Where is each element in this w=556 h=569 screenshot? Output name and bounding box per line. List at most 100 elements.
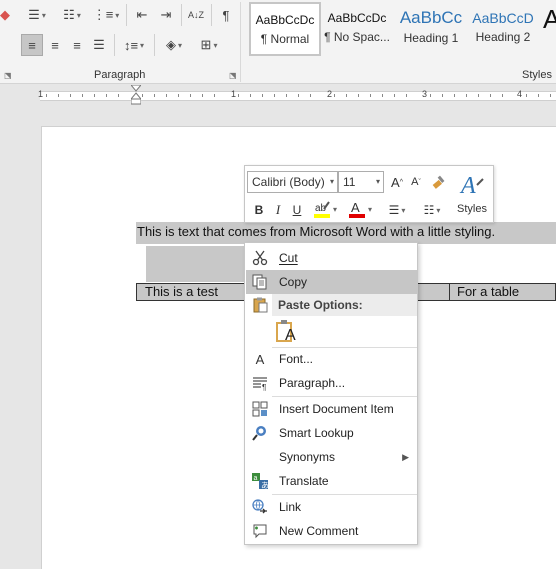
style-heading-1[interactable]: AaBbCc Heading 1 [395, 2, 467, 56]
shrink-font-icon: A [411, 176, 419, 188]
multilevel-list-button[interactable]: ⋮≡ ▾ [91, 4, 121, 26]
ruler-tick [70, 94, 71, 97]
styles-button[interactable]: A Styles [453, 169, 491, 219]
underline-button[interactable]: U [288, 200, 306, 220]
indent-marker-icon[interactable] [129, 84, 143, 105]
shading-button[interactable]: ◈ ▾ [159, 34, 189, 56]
svg-text:A: A [351, 200, 360, 215]
font-color-button[interactable]: A ▾ [345, 199, 375, 219]
menu-item-paragraph[interactable]: ¶ Paragraph... [246, 371, 417, 395]
decrease-indent-icon: ⇤ [136, 7, 148, 22]
menu-item-insert-document-item[interactable]: Insert Document Item [246, 397, 417, 421]
styles-more-glyph[interactable]: A [543, 4, 556, 35]
ruler-tick [442, 94, 443, 97]
font-name-combobox[interactable]: Calibri (Body) ▾ [247, 171, 338, 193]
selected-paragraph[interactable]: This is text that comes from Microsoft W… [136, 222, 556, 244]
ruler-tick [166, 94, 167, 97]
ruler-tick [94, 94, 95, 97]
font-size-combobox[interactable]: 11 ▾ [338, 171, 384, 193]
paste-options-header: Paste Options: [246, 294, 417, 316]
align-left-icon: ≡ [28, 37, 36, 53]
ruler-tick [430, 94, 431, 97]
grow-font-button[interactable]: A ^ [389, 172, 405, 192]
borders-button[interactable]: ⊞ ▾ [194, 34, 224, 56]
numbering-button[interactable]: ☷ ▾ [417, 200, 447, 220]
numbering-button[interactable]: ☷ ▾ [57, 4, 87, 26]
align-center-button[interactable]: ≡ [44, 34, 66, 56]
separator [154, 34, 155, 56]
line-spacing-button[interactable]: ↕≡ ▾ [119, 34, 149, 56]
align-left-button[interactable]: ≡ [21, 34, 43, 56]
ruler-tick [190, 94, 191, 97]
ruler-tick [478, 94, 479, 97]
font-size-value: 11 [343, 175, 356, 189]
style-normal[interactable]: AaBbCcDc ¶ Normal [249, 2, 321, 56]
table-cell[interactable]: This is a test [137, 284, 247, 300]
italic-button[interactable]: I [269, 200, 287, 220]
paragraph-dialog-launcher-icon[interactable]: ⬔ [229, 71, 237, 80]
menu-item-link[interactable]: Link [246, 495, 417, 519]
ruler-tick [202, 94, 203, 97]
bold-button[interactable]: B [250, 200, 268, 220]
grow-font-icon: A [391, 174, 400, 190]
styles-label: Styles [457, 203, 487, 215]
svg-text:あ: あ [261, 481, 268, 489]
table-cell[interactable]: For a table [449, 284, 555, 300]
paste-keep-text-only-button[interactable]: A [275, 319, 299, 345]
ruler-number: 3 [422, 89, 428, 99]
menu-item-label: Smart Lookup [279, 426, 354, 440]
chevron-down-icon: ▾ [213, 40, 218, 50]
chevron-down-icon: ▾ [401, 205, 406, 215]
ruler-tick [286, 94, 287, 97]
show-hide-button[interactable]: ¶ [215, 4, 237, 26]
ruler-tick [298, 94, 299, 97]
paste-options-label: Paste Options: [272, 294, 417, 316]
eraser-icon[interactable]: ◆ [0, 4, 10, 26]
menu-item-smart-lookup[interactable]: Smart Lookup [246, 421, 417, 445]
ruler-tick [490, 94, 491, 97]
ruler-number: 2 [327, 89, 333, 99]
format-painter-button[interactable] [429, 172, 449, 192]
chevron-down-icon: ▾ [115, 10, 120, 20]
menu-item-synonyms[interactable]: Synonyms ▶ [246, 445, 417, 469]
decrease-indent-button[interactable]: ⇤ [131, 4, 153, 26]
sort-icon: A↓Z [187, 10, 204, 20]
style-sample: AaBbCcDc [255, 13, 315, 27]
italic-icon: I [275, 202, 281, 217]
ruler-tick [526, 94, 527, 97]
chevron-down-icon: ▾ [76, 10, 81, 20]
submenu-arrow-icon: ▶ [402, 451, 409, 462]
style-heading-2[interactable]: AaBbCcD Heading 2 [467, 2, 539, 56]
increase-indent-button[interactable]: ⇥ [155, 4, 177, 26]
separator [114, 34, 115, 56]
menu-item-label: Copy [279, 275, 308, 289]
menu-item-new-comment[interactable]: New Comment [246, 519, 417, 543]
separator [211, 4, 212, 26]
link-icon [252, 499, 268, 515]
sort-button[interactable]: A↓Z [185, 4, 207, 26]
justify-icon: ☰ [93, 37, 105, 52]
justify-button[interactable]: ☰ [88, 34, 110, 56]
ruler-tick [358, 94, 359, 97]
menu-item-font[interactable]: A Font... [246, 347, 417, 371]
menu-item-label: Link [279, 500, 302, 514]
ruler-number: 1 [38, 89, 44, 99]
ruler-tick [382, 94, 383, 97]
format-painter-icon [432, 175, 445, 189]
style-sample: AaBbCc [399, 8, 463, 27]
menu-item-translate[interactable]: aあ Translate [246, 469, 417, 493]
align-right-button[interactable]: ≡ [66, 34, 88, 56]
highlight-button[interactable]: ab ▾ [310, 199, 340, 219]
font-dialog-launcher-icon[interactable]: ⬔ [4, 71, 12, 80]
bullets-button[interactable]: ☰ ▾ [382, 200, 412, 220]
menu-item-copy[interactable]: Copy [246, 270, 417, 294]
shrink-font-button[interactable]: Aˇ [408, 172, 424, 192]
align-right-icon: ≡ [73, 37, 81, 53]
ruler-tick [502, 94, 503, 97]
menu-item-label: Paragraph... [279, 376, 346, 390]
style-sample: AaBbCcD [472, 10, 534, 26]
menu-item-cut[interactable]: Cut [246, 246, 417, 270]
smart-lookup-icon [252, 425, 268, 441]
style-no-spacing[interactable]: AaBbCcDc ¶ No Spac... [321, 2, 393, 56]
bullets-button[interactable]: ☰ ▾ [22, 4, 52, 26]
